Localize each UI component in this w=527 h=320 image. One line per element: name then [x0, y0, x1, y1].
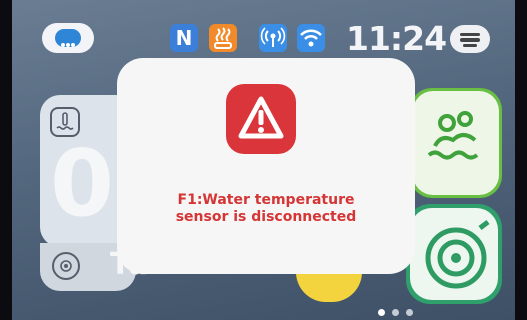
- chat-button[interactable]: [42, 23, 94, 53]
- pager-dot[interactable]: [392, 309, 399, 316]
- hose-reel-icon: [425, 220, 490, 289]
- bezel-right: [515, 0, 527, 320]
- wifi-icon: [297, 24, 325, 52]
- pager-dot[interactable]: [406, 309, 413, 316]
- menu-button[interactable]: [450, 25, 490, 53]
- chat-bubble-icon: [55, 29, 81, 47]
- warning-icon: [226, 84, 296, 154]
- sun-mode-icon: [52, 252, 80, 280]
- temperature-value: 0: [50, 130, 115, 237]
- bathing-card-face: [413, 91, 499, 195]
- n-badge-icon: N: [170, 24, 198, 52]
- menu-icon: [460, 33, 480, 36]
- error-message-line2: sensor is disconnected: [175, 209, 357, 225]
- error-message: F1:Water temperature sensor is disconnec…: [117, 192, 415, 226]
- screen: N 11:24 0 F1:Water temperature sensor is…: [0, 0, 527, 320]
- error-message-line1: F1:Water temperature: [177, 192, 355, 208]
- heater-icon: [209, 24, 237, 52]
- hose-card-face: [410, 208, 498, 300]
- bathing-people-icon: [427, 111, 479, 160]
- pager-dot-active[interactable]: [378, 309, 385, 316]
- bezel-left: [0, 0, 12, 320]
- signal-tower-icon: [259, 24, 287, 52]
- clock-time: 11:24: [346, 19, 447, 58]
